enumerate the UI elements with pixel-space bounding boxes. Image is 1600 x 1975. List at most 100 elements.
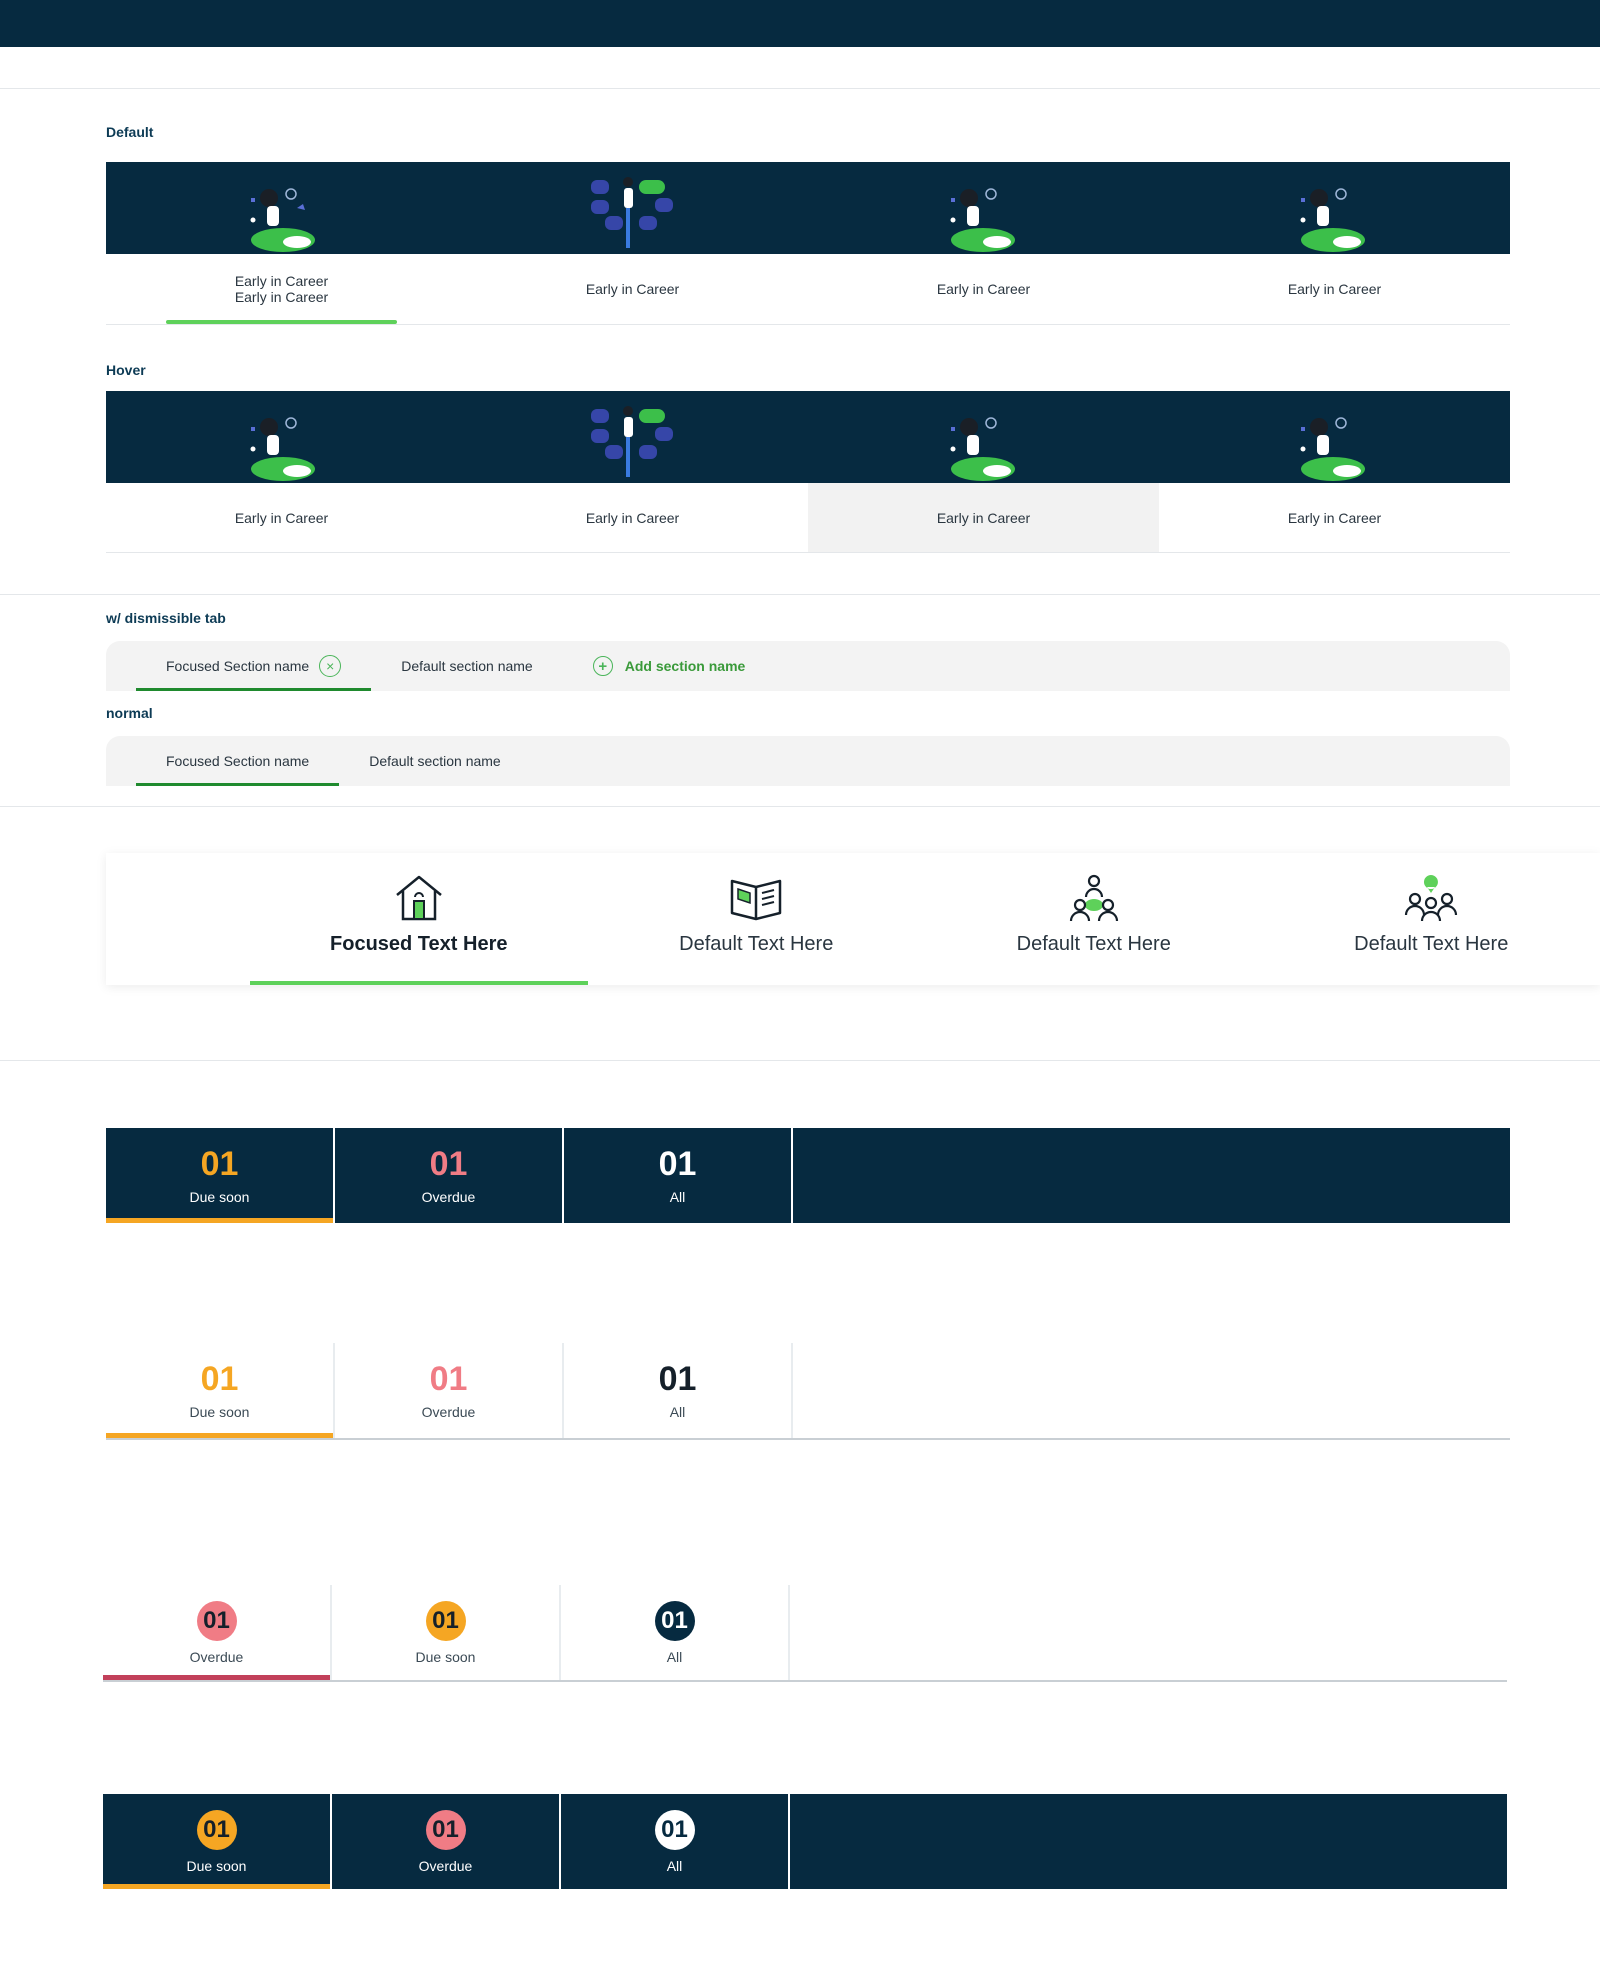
person-on-hill-illustration: [931, 391, 1031, 483]
tab-book[interactable]: Default Text Here: [588, 853, 926, 985]
divider: [106, 324, 1510, 325]
book-icon: [731, 879, 782, 921]
normal-tab-bar: Focused Section name Default section nam…: [106, 736, 1510, 786]
icon-tab-bar: Focused Text Here Default Text Here Defa…: [106, 853, 1600, 985]
divider: [0, 1060, 1600, 1061]
tab-label: All: [669, 1188, 686, 1205]
count-badge: 01: [196, 1600, 237, 1641]
tab-label: Overdue: [421, 1188, 476, 1205]
tab-all[interactable]: 01 All: [561, 1585, 790, 1680]
count-value: 01: [658, 1144, 697, 1183]
tab-label: Early in Career: [936, 510, 1031, 526]
active-tab-indicator: [103, 1884, 330, 1889]
tab-label: Overdue: [421, 1403, 476, 1420]
tab-focused-section[interactable]: Focused Section name: [136, 736, 340, 786]
tab-label: Focused Section name: [166, 658, 310, 674]
add-section-button[interactable]: + Add section name: [563, 641, 776, 691]
divider: [0, 88, 1600, 89]
tab-label: Early in Career: [585, 510, 680, 526]
tab-label: Early in Career: [234, 510, 329, 526]
tab-all[interactable]: 01 All: [564, 1343, 793, 1438]
group-icon: [1069, 874, 1118, 922]
person-with-tiles-illustration: [581, 162, 681, 254]
tab-early-career-3[interactable]: Early in Career: [808, 483, 1159, 553]
tab-overdue[interactable]: 01 Overdue: [103, 1585, 332, 1680]
dismissible-tab-bar: Focused Section name × Default section n…: [106, 641, 1510, 691]
tab-focused-section[interactable]: Focused Section name ×: [136, 641, 372, 691]
tab-overdue[interactable]: 01 Overdue: [335, 1128, 562, 1223]
tab-label: Default Text Here: [1016, 933, 1171, 955]
active-tab-indicator: [250, 981, 588, 985]
tab-overdue[interactable]: 01 Overdue: [335, 1343, 564, 1438]
section-label-default: Default: [106, 124, 154, 140]
person-on-hill-illustration: [931, 162, 1031, 254]
illustrated-tab-list-default: Early in Career Early in Career Early in…: [106, 254, 1510, 324]
active-tab-indicator: [103, 1675, 330, 1680]
person-on-hill-illustration: [231, 391, 331, 483]
tab-label: Early in Career: [585, 281, 680, 297]
tab-all[interactable]: 01 All: [564, 1128, 791, 1223]
divider: [0, 594, 1600, 595]
badge-tab-bar-dark: 01 Due soon 01 Overdue 01 All: [103, 1794, 1507, 1889]
person-on-hill-illustration: [231, 162, 331, 254]
tab-label: Overdue: [418, 1857, 473, 1874]
counter-tab-bar-dark: 01 Due soon 01 Overdue 01 All: [106, 1128, 1510, 1223]
tab-default-section[interactable]: Default section name: [371, 641, 563, 691]
close-icon[interactable]: ×: [319, 655, 342, 677]
tab-all[interactable]: 01 All: [561, 1794, 788, 1889]
tab-label: All: [666, 1857, 683, 1874]
tab-due-soon[interactable]: 01 Due soon: [106, 1128, 333, 1223]
home-icon: [395, 875, 442, 921]
person-on-hill-illustration: [1281, 391, 1381, 483]
section-label-hover: Hover: [106, 362, 146, 378]
tab-label: Due soon: [415, 1648, 476, 1665]
top-nav-bar: [0, 0, 1600, 47]
active-tab-indicator: [136, 688, 372, 691]
tab-bar-filler: [793, 1128, 1510, 1223]
tab-label: All: [666, 1648, 683, 1665]
tab-due-soon[interactable]: 01 Due soon: [332, 1585, 561, 1680]
tab-early-career-4[interactable]: Early in Career: [1159, 254, 1510, 324]
tab-label: Due soon: [189, 1188, 250, 1205]
tab-due-soon[interactable]: 01 Due soon: [103, 1794, 330, 1889]
tab-due-soon[interactable]: 01 Due soon: [106, 1343, 335, 1438]
tab-label: Focused Text Here: [330, 933, 508, 955]
tab-early-career-1[interactable]: Early in Career: [106, 483, 457, 553]
count-value: 01: [200, 1144, 239, 1183]
tab-label: Early in Career: [1287, 281, 1382, 297]
active-tab-indicator: [136, 783, 340, 786]
tab-early-career-1[interactable]: Early in Career Early in Career: [106, 254, 457, 324]
tab-label: Focused Section name: [166, 753, 310, 769]
tab-early-career-2[interactable]: Early in Career: [457, 483, 808, 553]
count-badge: 01: [196, 1809, 237, 1850]
tab-team[interactable]: Default Text Here: [1263, 853, 1600, 985]
tab-label: Early in Career: [234, 273, 329, 289]
person-on-hill-illustration: [1281, 162, 1381, 254]
active-tab-indicator: [106, 1218, 333, 1223]
add-section-label: Add section name: [624, 658, 746, 674]
tab-overdue[interactable]: 01 Overdue: [332, 1794, 559, 1889]
tab-early-career-4[interactable]: Early in Career: [1159, 483, 1510, 553]
tab-label: Due soon: [186, 1857, 247, 1874]
tab-label: Default Text Here: [1354, 933, 1509, 955]
count-badge: 01: [425, 1809, 466, 1850]
count-badge: 01: [425, 1600, 466, 1641]
tab-label: Due soon: [189, 1403, 250, 1420]
count-value: 01: [429, 1144, 468, 1183]
divider: [0, 806, 1600, 807]
tab-label: All: [669, 1403, 686, 1420]
divider: [106, 552, 1510, 553]
tab-label: Overdue: [189, 1648, 244, 1665]
tab-early-career-3[interactable]: Early in Career: [808, 254, 1159, 324]
count-value: 01: [200, 1359, 239, 1398]
count-value: 01: [429, 1359, 468, 1398]
person-with-tiles-illustration: [581, 391, 681, 483]
tab-default-section[interactable]: Default section name: [339, 736, 531, 786]
tab-label: Early in Career: [1287, 510, 1382, 526]
tab-home[interactable]: Focused Text Here: [250, 853, 588, 985]
team-icon: [1405, 875, 1458, 922]
plus-icon: +: [592, 656, 613, 676]
section-label-normal: normal: [106, 705, 153, 721]
tab-group[interactable]: Default Text Here: [925, 853, 1263, 985]
tab-early-career-2[interactable]: Early in Career: [457, 254, 808, 324]
